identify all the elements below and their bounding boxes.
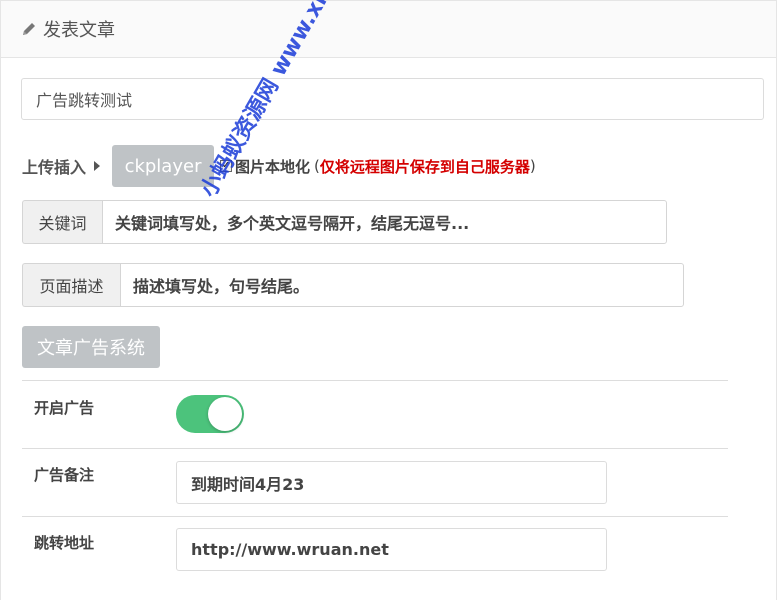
- redirect-url-label: 跳转地址: [34, 534, 95, 552]
- table-row: 开启广告: [22, 380, 728, 448]
- article-title-value: 广告跳转测试: [36, 91, 133, 110]
- article-title-input[interactable]: 广告跳转测试: [21, 78, 764, 120]
- localize-note: 仅将远程图片保存到自己服务器: [319, 157, 530, 176]
- description-label: 页面描述: [22, 263, 120, 307]
- keywords-label: 关键词: [22, 200, 102, 244]
- ad-note-input[interactable]: 到期时间4月23: [176, 461, 607, 504]
- redirect-url-input[interactable]: http://www.wruan.net: [176, 528, 607, 571]
- panel-header: 发表文章: [1, 1, 776, 58]
- redirect-url-value: http://www.wruan.net: [191, 540, 389, 559]
- keywords-input[interactable]: 关键词填写处，多个英文逗号隔开，结尾无逗号...: [102, 200, 667, 244]
- keywords-group: 关键词 关键词填写处，多个英文逗号隔开，结尾无逗号...: [22, 200, 667, 244]
- ad-system-button[interactable]: 文章广告系统: [22, 326, 160, 368]
- caret-right-icon[interactable]: [94, 161, 101, 171]
- paren-close: ): [529, 157, 536, 175]
- localize-checkbox[interactable]: ✓: [220, 160, 233, 172]
- description-input[interactable]: 描述填写处，句号结尾。: [120, 263, 684, 307]
- page-title: 发表文章: [43, 20, 115, 41]
- pencil-icon: [21, 21, 37, 37]
- description-value: 描述填写处，句号结尾。: [133, 277, 310, 296]
- localize-label: 图片本地化: [235, 157, 311, 176]
- localize-images-option[interactable]: ✓ 图片本地化 ( 仅将远程图片保存到自己服务器 ): [220, 156, 536, 177]
- article-editor-page: 发表文章 广告跳转测试 上传插入 ckplayer ✓ 图片本地化 ( 仅将远程…: [0, 0, 777, 600]
- toggle-knob: [208, 397, 242, 431]
- description-group: 页面描述 描述填写处，句号结尾。: [22, 263, 684, 307]
- table-row: 跳转地址 http://www.wruan.net: [22, 516, 728, 600]
- keywords-value: 关键词填写处，多个英文逗号隔开，结尾无逗号...: [115, 214, 470, 233]
- upload-insert-label[interactable]: 上传插入: [22, 154, 86, 178]
- ad-note-label: 广告备注: [34, 466, 95, 484]
- upload-row: 上传插入 ckplayer ✓ 图片本地化 ( 仅将远程图片保存到自己服务器 ): [22, 145, 536, 187]
- enable-ad-toggle[interactable]: [176, 395, 244, 433]
- table-row: 广告备注 到期时间4月23: [22, 448, 728, 516]
- ad-note-value: 到期时间4月23: [191, 474, 305, 494]
- ckplayer-button[interactable]: ckplayer: [112, 145, 215, 187]
- ad-settings-table: 开启广告 广告备注 到期时间4月23 跳转地址 http://www.wruan…: [22, 380, 728, 600]
- enable-ad-label: 开启广告: [34, 399, 95, 417]
